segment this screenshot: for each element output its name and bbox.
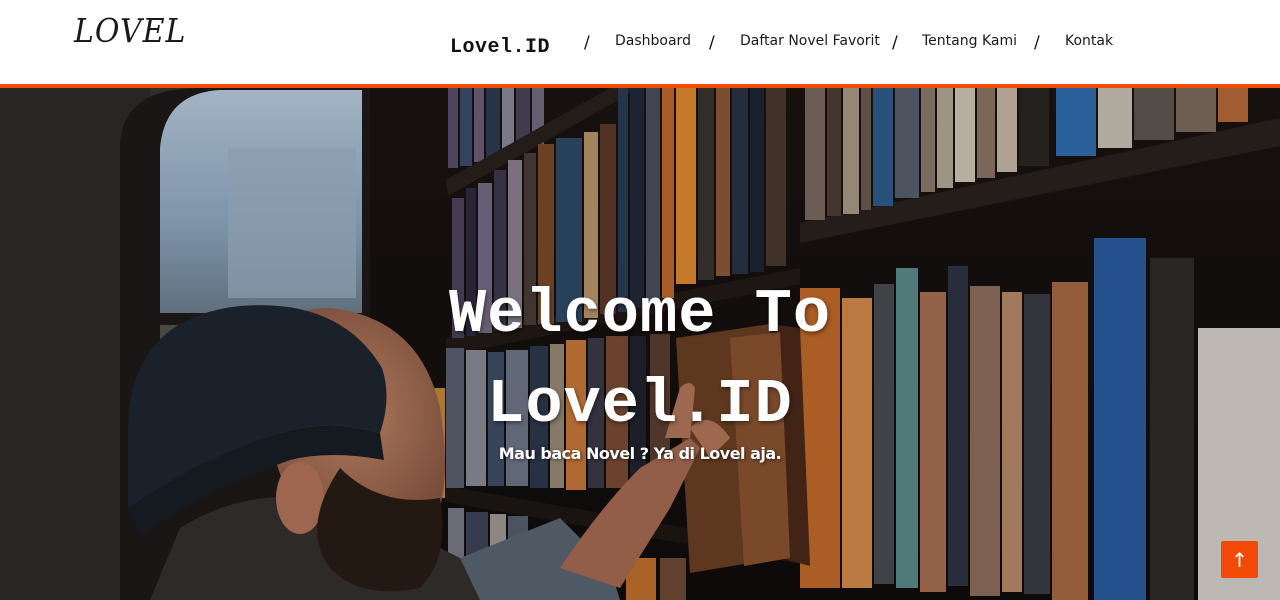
nav-link-favorite-novels[interactable]: Daftar Novel Favorit — [740, 33, 880, 49]
nav-separator: / — [709, 33, 715, 53]
arrow-up-icon: ↑ — [1231, 547, 1248, 572]
nav-separator: / — [1034, 33, 1040, 53]
back-to-top-button[interactable]: ↑ — [1221, 541, 1258, 578]
nav-link-contact[interactable]: Kontak — [1065, 33, 1113, 49]
hero-subtitle: Mau baca Novel ? Ya di Lovel aja. — [498, 444, 782, 463]
nav-link-about[interactable]: Tentang Kami — [922, 33, 1017, 49]
hero-title: Welcome To Lovel.ID — [0, 270, 1280, 450]
navbar: LOVEL Lovel.ID / Dashboard / Daftar Nove… — [0, 0, 1280, 84]
nav-separator: / — [584, 33, 590, 53]
hero-section: Welcome To Lovel.ID Mau baca Novel ? Ya … — [0, 88, 1280, 600]
nav-link-dashboard[interactable]: Dashboard — [615, 33, 691, 49]
hero-title-line-1: Welcome To — [448, 279, 832, 350]
site-logo[interactable]: LOVEL — [74, 13, 186, 51]
nav-separator: / — [892, 33, 898, 53]
brand-link[interactable]: Lovel.ID — [450, 36, 550, 59]
hero-title-line-2: Lovel.ID — [487, 369, 793, 440]
